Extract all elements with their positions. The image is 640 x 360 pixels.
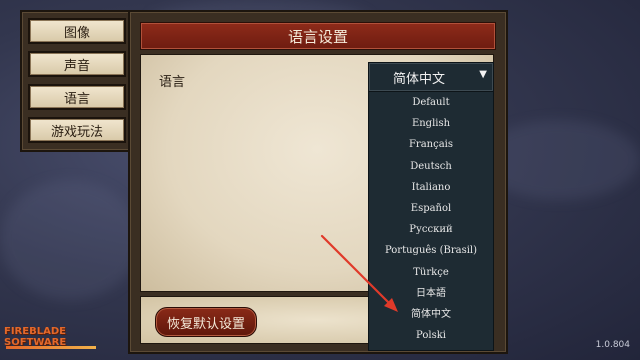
language-dropdown[interactable]: 简体中文 ▼: [368, 62, 494, 92]
language-option-default[interactable]: Default: [369, 92, 493, 113]
settings-tabs: 图像 声音 语言 游戏玩法: [20, 10, 134, 152]
language-option-simplified-chinese[interactable]: 简体中文: [369, 304, 493, 325]
language-option-italian[interactable]: Italiano: [369, 177, 493, 198]
tab-label: 声音: [63, 58, 90, 74]
tab-graphics[interactable]: 图像: [28, 18, 126, 44]
tab-label: 图像: [63, 25, 90, 41]
version-label: 1.0.804: [595, 340, 630, 350]
fireblade-logo: FIREBLADE SOFTWARE: [4, 326, 100, 356]
chevron-down-icon: ▼: [479, 69, 487, 80]
tab-language[interactable]: 语言: [28, 84, 126, 110]
language-option-english[interactable]: English: [369, 113, 493, 134]
panel-title: 语言设置: [140, 22, 496, 50]
tab-label: 语言: [63, 91, 90, 107]
language-label: 语言: [159, 75, 186, 90]
language-option-spanish[interactable]: Español: [369, 198, 493, 219]
language-option-french[interactable]: Français: [369, 134, 493, 155]
language-option-japanese[interactable]: 日本語: [369, 283, 493, 304]
tab-gameplay[interactable]: 游戏玩法: [28, 117, 126, 143]
logo-underline: [6, 346, 96, 349]
reset-defaults-button[interactable]: 恢复默认设置: [155, 307, 257, 337]
language-dropdown-value: 简体中文: [392, 71, 445, 87]
language-option-russian[interactable]: Русский: [369, 219, 493, 240]
panel-title-text: 语言设置: [287, 27, 348, 46]
logo-wordmark: FIREBLADE SOFTWARE: [4, 326, 67, 348]
language-option-turkish[interactable]: Türkçe: [369, 262, 493, 283]
language-options-list: Default English Français Deutsch Italian…: [368, 91, 494, 351]
tab-label: 游戏玩法: [50, 124, 103, 140]
background-cloud: [0, 180, 140, 300]
tab-sound[interactable]: 声音: [28, 51, 126, 77]
language-option-portuguese-brazil[interactable]: Português (Brasil): [369, 240, 493, 261]
language-option-polish[interactable]: Polski: [369, 325, 493, 346]
language-option-german[interactable]: Deutsch: [369, 156, 493, 177]
reset-defaults-label: 恢复默认设置: [166, 316, 245, 332]
